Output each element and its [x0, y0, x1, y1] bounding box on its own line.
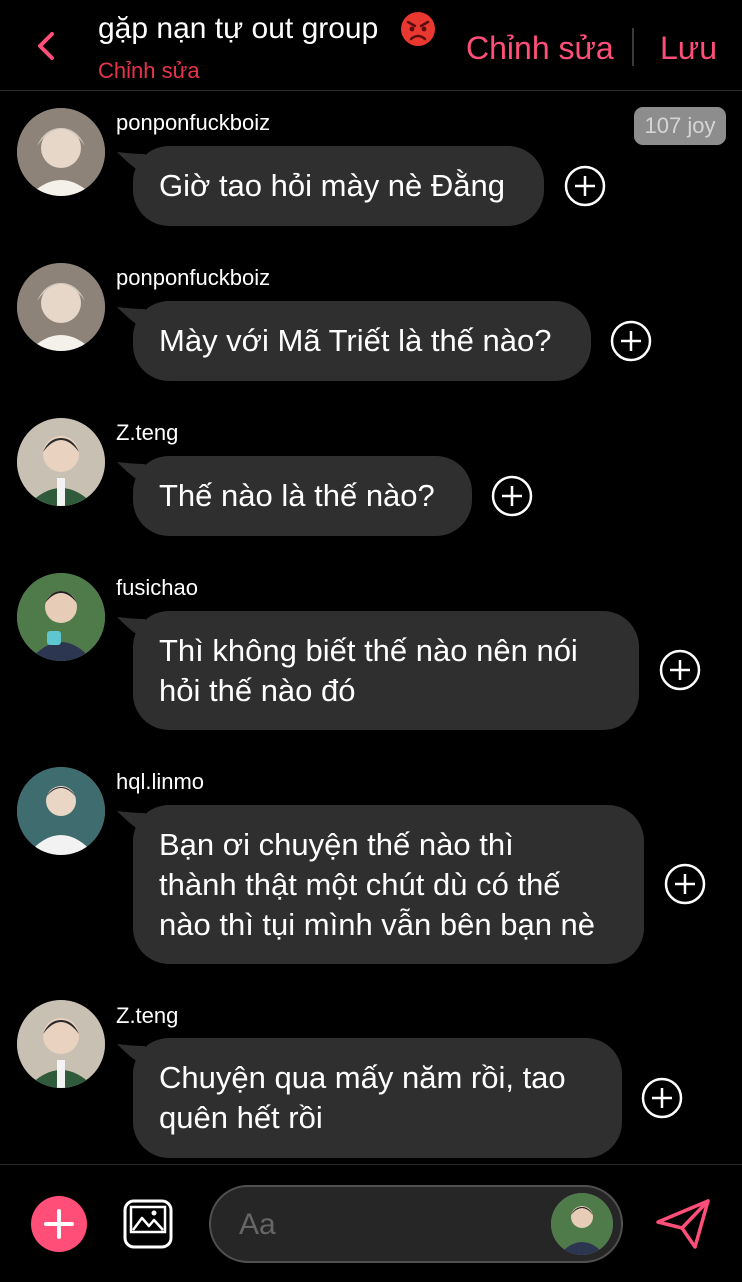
sender-name: fusichao — [116, 575, 198, 600]
avatar-photo — [17, 573, 105, 661]
sender-name: hql.linmo — [116, 769, 205, 794]
message-text-line: Thế nào là thế nào? — [159, 478, 435, 513]
message-text-line: nào thì tụi mình vẫn bên bạn nè — [159, 907, 596, 942]
message-text-line: quên hết rồi — [159, 1100, 323, 1135]
input-avatar[interactable] — [551, 1193, 613, 1255]
message-bubble[interactable]: Bạn ơi chuyện thế nào thì thành thật một… — [133, 805, 644, 964]
add-reaction-icon[interactable] — [564, 165, 606, 207]
avatar-photo — [551, 1193, 613, 1255]
avatar[interactable] — [17, 573, 105, 661]
avatar[interactable] — [17, 418, 105, 506]
header-divider — [632, 28, 634, 66]
add-reaction-icon[interactable] — [664, 863, 706, 905]
add-reaction-icon[interactable] — [610, 320, 652, 362]
message-text-line: Thì không biết thế nào nên nói — [159, 633, 578, 668]
header-subtitle-edit-link[interactable]: Chỉnh sửa — [98, 58, 200, 84]
add-button[interactable] — [31, 1196, 87, 1252]
message-text-line: Mày với Mã Triết là thế nào? — [159, 323, 552, 358]
add-reaction-icon[interactable] — [641, 1077, 683, 1119]
message-input-placeholder: Aa — [239, 1208, 276, 1241]
back-chevron-icon[interactable] — [28, 26, 68, 66]
avatar-photo — [17, 263, 105, 351]
avatar[interactable] — [17, 1000, 105, 1088]
message-bubble[interactable]: Chuyện qua mấy năm rồi, tao quên hết rồi — [133, 1038, 622, 1158]
save-button[interactable]: Lưu — [660, 30, 717, 67]
message-text-line: Giờ tao hỏi mày nè Đằng — [159, 168, 506, 203]
plus-icon — [44, 1209, 74, 1239]
message-bubble[interactable]: Giờ tao hỏi mày nè Đằng — [133, 146, 544, 226]
avatar[interactable] — [17, 767, 105, 855]
edit-button[interactable]: Chỉnh sửa — [466, 30, 614, 67]
avatar-photo — [17, 1000, 105, 1088]
avatar-photo — [17, 767, 105, 855]
gallery-icon[interactable] — [122, 1198, 174, 1250]
message-text-line: hỏi thế nào đó — [159, 673, 356, 708]
avatar[interactable] — [17, 263, 105, 351]
sender-name: ponponfuckboiz — [116, 265, 271, 290]
sender-name: Z.teng — [116, 1003, 179, 1028]
avatar-photo — [17, 418, 105, 506]
message-text-line: Bạn ơi chuyện thế nào thì — [159, 827, 514, 862]
joy-count-badge: 107 joy — [634, 107, 726, 145]
message-input[interactable]: Aa — [209, 1185, 623, 1263]
add-reaction-icon[interactable] — [491, 475, 533, 517]
sender-name: Z.teng — [116, 420, 179, 445]
message-text-line: Chuyện qua mấy năm rồi, tao — [159, 1060, 566, 1095]
angry-face-icon — [401, 12, 435, 46]
message-text-line: thành thật một chút dù có thế — [159, 867, 561, 902]
avatar-photo — [17, 108, 105, 196]
sender-name: ponponfuckboiz — [116, 110, 271, 135]
message-bubble[interactable]: Mày với Mã Triết là thế nào? — [133, 301, 591, 381]
chat-title: gặp nạn tự out group — [98, 12, 379, 45]
message-bubble[interactable]: Thế nào là thế nào? — [133, 456, 472, 536]
avatar[interactable] — [17, 108, 105, 196]
message-bubble[interactable]: Thì không biết thế nào nên nói hỏi thế n… — [133, 611, 639, 730]
add-reaction-icon[interactable] — [659, 649, 701, 691]
send-icon[interactable] — [655, 1198, 711, 1250]
chat-header: gặp nạn tự out group Chỉnh sửa Chỉnh sửa… — [0, 0, 742, 91]
